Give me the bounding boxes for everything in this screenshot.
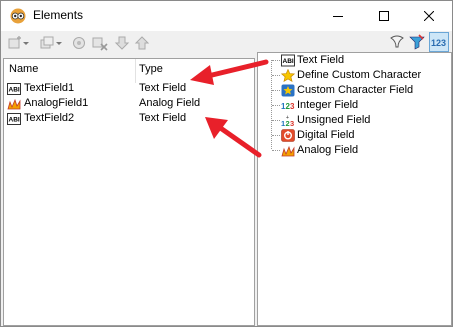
elements-window: Elements 123 Name Type ABI TextField1 Te… — [0, 0, 453, 327]
delete-element-icon[interactable] — [92, 35, 108, 51]
tree-item-label: Digital Field — [297, 129, 355, 141]
integer-field-icon: 1 2 3 — [281, 102, 295, 111]
row-type: Text Field — [139, 82, 187, 94]
row-name: AnalogField1 — [24, 97, 89, 109]
maximize-button[interactable] — [361, 1, 407, 31]
clear-search-icon[interactable] — [389, 34, 405, 50]
custom-character-icon — [281, 84, 295, 97]
maximize-icon — [379, 11, 389, 21]
svg-text:123: 123 — [431, 38, 446, 48]
table-row[interactable]: AnalogField1 Analog Field — [7, 97, 247, 112]
annotation-arrow-lower — [205, 117, 262, 158]
tree-item-label: Text Field — [297, 54, 345, 66]
row-type: Analog Field — [139, 97, 201, 109]
title-bar: Elements — [1, 1, 452, 31]
element-types-tree: ABI Text Field Define Custom Character C… — [257, 52, 452, 326]
tree-item-label: Custom Character Field — [297, 84, 414, 96]
digital-field-icon — [281, 129, 295, 142]
star-icon — [281, 69, 295, 82]
window-title: Elements — [33, 8, 84, 22]
svg-text:ABI: ABI — [283, 58, 294, 65]
row-name: TextField1 — [24, 82, 75, 94]
numeric-view-toggle[interactable]: 123 — [429, 32, 449, 52]
tree-item-label: Define Custom Character — [297, 69, 422, 81]
unsigned-field-icon: + 1 2 3 — [281, 115, 294, 127]
minimize-icon — [333, 16, 343, 17]
move-up-icon[interactable] — [134, 35, 150, 51]
text-field-icon: ABI — [7, 83, 21, 95]
properties-icon[interactable] — [71, 35, 87, 51]
svg-text:3: 3 — [290, 102, 295, 111]
minimize-button[interactable] — [315, 1, 361, 31]
annotation-arrow-upper — [190, 59, 269, 85]
row-type: Text Field — [139, 112, 187, 124]
elements-table: Name Type ABI TextField1 Text Field Anal… — [3, 58, 255, 326]
column-header-name[interactable]: Name — [9, 63, 38, 75]
text-field-icon: ABI — [281, 54, 295, 67]
close-icon — [424, 11, 434, 21]
app-owl-icon — [10, 8, 26, 24]
chevron-down-icon[interactable] — [56, 42, 62, 46]
analog-field-icon — [281, 145, 295, 157]
duplicate-element-icon[interactable] — [39, 35, 55, 51]
close-button[interactable] — [406, 1, 452, 31]
filter-icon[interactable] — [409, 34, 425, 50]
svg-text:3: 3 — [290, 119, 294, 127]
tree-item-label: Unsigned Field — [297, 114, 371, 126]
add-element-icon[interactable] — [7, 35, 23, 51]
tree-item-label: Analog Field — [297, 144, 359, 156]
column-divider[interactable] — [135, 59, 136, 83]
numbers-123-icon: 123 — [431, 38, 446, 48]
svg-text:ABI: ABI — [9, 87, 20, 94]
chevron-down-icon[interactable] — [23, 42, 29, 46]
svg-text:ABI: ABI — [9, 117, 20, 124]
row-name: TextField2 — [24, 112, 75, 124]
text-field-icon: ABI — [7, 113, 21, 125]
column-header-type[interactable]: Type — [139, 63, 163, 75]
analog-field-icon — [7, 98, 21, 110]
tree-item-label: Integer Field — [297, 99, 359, 111]
move-down-icon[interactable] — [114, 35, 130, 51]
